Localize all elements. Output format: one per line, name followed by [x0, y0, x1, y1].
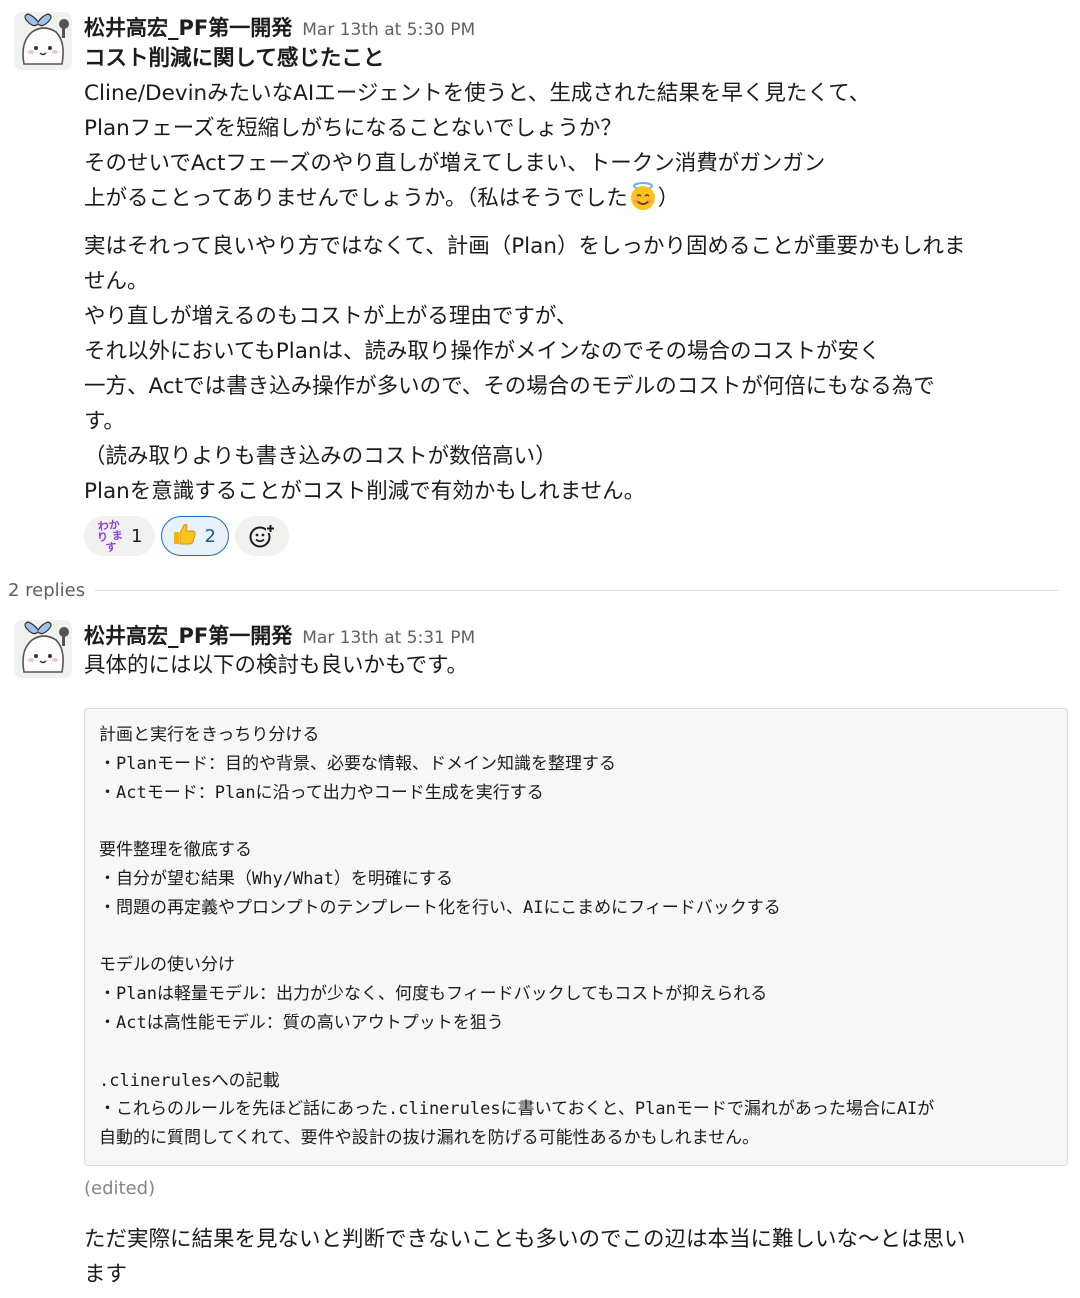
edited-label: (edited) [84, 1178, 156, 1199]
reaction-wakarimasu[interactable]: わかり ます 1 [84, 516, 156, 556]
message-line: 実はそれって良いやり方ではなくて、計画（Plan）をしっかり固めることが重要かも… [84, 234, 966, 259]
message-line: （読み取りよりも書き込みのコストが数倍高い） [84, 444, 557, 469]
code-line: ・Planモード：目的や背景、必要な情報、ドメイン知識を整理する [99, 753, 616, 774]
timestamp[interactable]: Mar 13th at 5:31 PM [302, 628, 475, 648]
message-body: 具体的には以下の検討も良いかもです。 [84, 648, 1068, 683]
add-reaction-icon [249, 524, 275, 548]
add-reaction-button[interactable] [234, 516, 289, 556]
mascot-avatar-icon [14, 620, 72, 678]
author-name[interactable]: 松井高宏_PF第一開発 [84, 624, 292, 648]
message-line-text: 上がることってありませんでしょうか。（私はそうでした [84, 186, 628, 211]
message-line: ただ実際に結果を見ないと判断できないことも多いのでこの辺は本当に難しいな〜とは思… [84, 1227, 966, 1252]
message-line: Planを意識することがコスト削減で有効かもしれません。 [84, 479, 646, 504]
code-line: ・これらのルールを先ほど話にあった.clinerulesに書いておくと、Plan… [99, 1099, 935, 1120]
message-header: 松井高宏_PF第一開発 Mar 13th at 5:30 PM [84, 12, 475, 42]
code-line: ・Actは高性能モデル：質の高いアウトプットを狙う [99, 1012, 504, 1033]
mascot-avatar-icon [14, 12, 72, 70]
code-block: 計画と実行をきっちり分ける・Planモード：目的や背景、必要な情報、ドメイン知識… [84, 708, 1068, 1166]
message-title: コスト削減に関して感じたこと [84, 46, 385, 71]
innocent-emoji-icon [628, 181, 658, 211]
code-line: ・Actモード：Planに沿って出力やコード生成を実行する [99, 782, 544, 803]
message-body: コスト削減に関して感じたこと Cline/DevinみたいなAIエージェントを使… [84, 41, 1068, 509]
reaction-count: 2 [204, 525, 216, 547]
code-line: ・自分が望む結果（Why/What）を明確にする [99, 868, 454, 889]
message-header: 松井高宏_PF第一開発 Mar 13th at 5:31 PM [84, 620, 475, 650]
message-line: 具体的には以下の検討も良いかもです。 [84, 653, 468, 678]
code-line: ・Planは軽量モデル：出力が少なく、何度もフィードバックしてもコストが抑えられ… [99, 984, 768, 1005]
message-line: 一方、Actでは書き込み操作が多いので、その場合のモデルのコストが何倍にもなる為… [84, 374, 935, 399]
code-line: .clinerulesへの記載 [99, 1070, 280, 1091]
avatar[interactable] [14, 12, 72, 70]
reaction-count: 1 [131, 525, 143, 547]
message-line: 上がることってありませんでしょうか。（私はそうでした ） [84, 181, 1068, 216]
avatar[interactable] [14, 620, 72, 678]
wakarimasu-emoji-icon: わかり ます [96, 517, 124, 554]
code-line: 計画と実行をきっちり分ける [99, 725, 320, 745]
message-line: Cline/DevinみたいなAIエージェントを使うと、生成された結果を早く見た… [84, 81, 871, 106]
reaction-thumbs-up[interactable]: 2 [161, 516, 229, 556]
message-followup: ただ実際に結果を見ないと判断できないことも多いのでこの辺は本当に難しいな〜とは思… [84, 1222, 1068, 1292]
code-line: ・問題の再定義やプロンプトのテンプレート化を行い、AIにこまめにフィードバックす… [99, 897, 781, 918]
message-line: せん。 [84, 269, 149, 294]
replies-count[interactable]: 2 replies [8, 580, 85, 601]
author-name[interactable]: 松井高宏_PF第一開発 [84, 16, 292, 40]
timestamp[interactable]: Mar 13th at 5:30 PM [302, 20, 475, 40]
code-line: モデルの使い分け [99, 955, 235, 976]
code-line: 要件整理を徹底する [99, 840, 252, 861]
reactions-bar: わかり ます 1 2 [84, 516, 289, 556]
divider-line [95, 589, 1058, 591]
thumbs-up-emoji-icon [172, 521, 198, 552]
message-line: そのせいでActフェーズのやり直しが増えてしまい、トークン消費がガンガン [84, 151, 826, 176]
code-line: 自動的に質問してくれて、要件や設計の抜け漏れを防げる可能性あるかもしれません。 [99, 1128, 760, 1149]
message-line: ます [84, 1262, 128, 1287]
message-line-text: ） [657, 186, 680, 211]
message-line: Planフェーズを短縮しがちになることないでしょうか？ [84, 116, 622, 141]
message-line: す。 [84, 409, 125, 434]
message-line: やり直しが増えるのもコストが上がる理由ですが、 [84, 304, 578, 329]
message-line: それ以外においてもPlanは、読み取り操作がメインなのでその場合のコストが安く [84, 339, 881, 364]
replies-divider: 2 replies [8, 577, 1058, 603]
